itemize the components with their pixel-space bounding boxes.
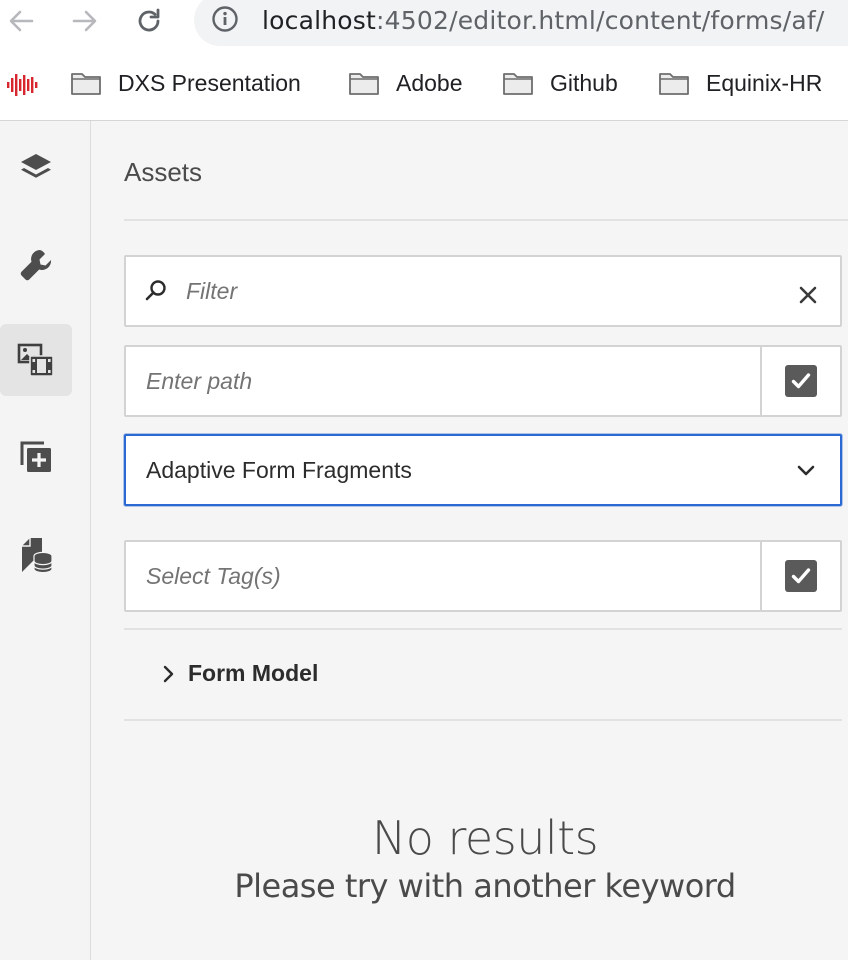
reload-button[interactable]: [132, 4, 166, 38]
asset-type-value: Adaptive Form Fragments: [146, 457, 412, 483]
reload-icon: [138, 8, 160, 32]
url-text: localhost:4502/editor.html/content/forms…: [262, 6, 825, 35]
add-component-icon: [20, 441, 51, 472]
data-sources-icon: [22, 538, 53, 574]
chevron-down-icon: [797, 465, 815, 476]
bookmark-github[interactable]: Github: [502, 66, 618, 100]
path-placeholder: Enter path: [146, 368, 253, 394]
side-rail: [0, 121, 91, 960]
chevron-right-icon: [163, 665, 174, 683]
folder-icon: [349, 73, 379, 95]
bookmark-label: DXS Presentation: [118, 69, 301, 96]
bookmark-dxs-presentation[interactable]: DXS Presentation: [70, 66, 301, 100]
search-icon: [145, 280, 166, 301]
close-icon[interactable]: [798, 285, 818, 305]
properties-button[interactable]: [0, 229, 72, 301]
empty-state-subtitle: Please try with another keyword: [234, 867, 736, 905]
form-model-accordion[interactable]: Form Model: [124, 627, 842, 721]
layers-icon: [21, 154, 51, 178]
arrow-left-icon: [9, 10, 34, 32]
folder-icon: [659, 73, 689, 95]
bookmark-app-icon[interactable]: [6, 68, 38, 102]
bookmarks-bar: DXS Presentation Adobe Github Equinix-HR: [0, 46, 848, 121]
panel-title: Assets: [124, 157, 203, 187]
components-button[interactable]: [0, 421, 72, 493]
tags-placeholder: Select Tag(s): [146, 563, 281, 589]
asset-type-select[interactable]: Adaptive Form Fragments: [124, 434, 842, 506]
path-field[interactable]: Enter path: [124, 345, 842, 417]
audio-wave-icon: [7, 74, 38, 96]
bookmark-label: Equinix-HR: [706, 69, 823, 96]
filter-field[interactable]: Filter: [124, 255, 842, 327]
assets-panel: Assets Filter Enter path Adaptive Form F…: [91, 121, 848, 960]
bookmark-label: Github: [550, 69, 618, 96]
bookmark-equinix-hr[interactable]: Equinix-HR: [658, 66, 822, 100]
folder-icon: [71, 73, 101, 95]
url-path: :4502/editor.html/content/forms/af/: [376, 6, 825, 35]
path-browse-button[interactable]: [760, 347, 840, 415]
assets-icon: [17, 343, 54, 377]
accordion-label: Form Model: [188, 660, 319, 686]
back-button[interactable]: [4, 4, 38, 38]
data-sources-button[interactable]: [0, 519, 72, 591]
checkmark-icon: [785, 365, 817, 397]
divider: [124, 219, 848, 221]
divider: [124, 719, 842, 721]
url-host: localhost: [262, 6, 377, 35]
empty-state-title: No results: [371, 811, 599, 865]
folder-icon: [503, 73, 533, 95]
assets-button[interactable]: [0, 324, 72, 396]
wrench-icon: [20, 250, 52, 281]
bookmark-label: Adobe: [396, 69, 463, 96]
checkmark-icon: [785, 560, 817, 592]
bookmark-adobe[interactable]: Adobe: [348, 66, 463, 100]
filter-placeholder: Filter: [186, 278, 238, 304]
tags-picker-button[interactable]: [760, 542, 840, 610]
arrow-right-icon: [72, 10, 97, 32]
info-icon[interactable]: [210, 4, 240, 34]
address-bar[interactable]: localhost:4502/editor.html/content/forms…: [194, 0, 848, 46]
browser-toolbar: localhost:4502/editor.html/content/forms…: [0, 0, 848, 46]
tags-field[interactable]: Select Tag(s): [124, 540, 842, 612]
forward-button[interactable]: [68, 4, 102, 38]
content-tree-button[interactable]: [0, 133, 72, 205]
